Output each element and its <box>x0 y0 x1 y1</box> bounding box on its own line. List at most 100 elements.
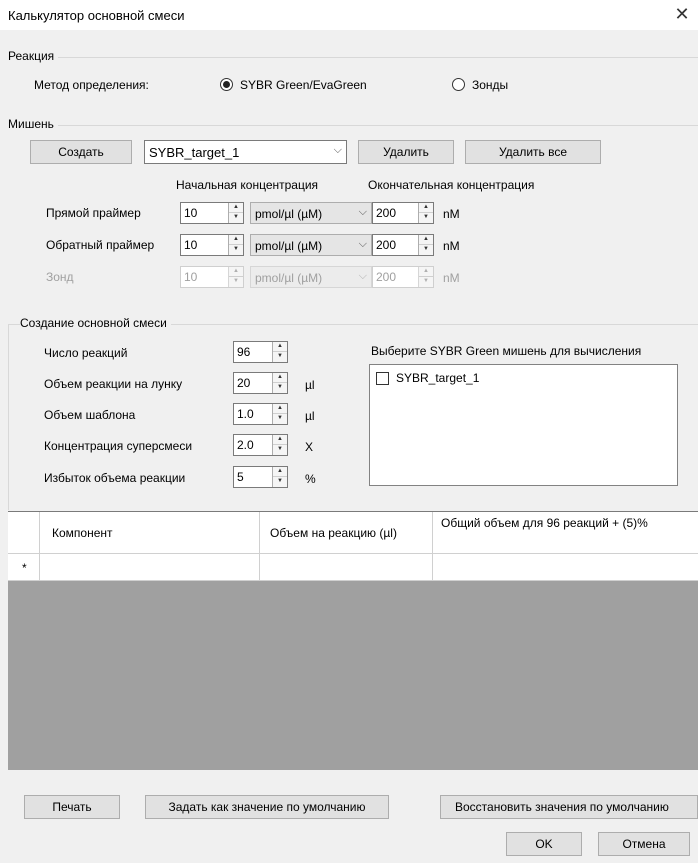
spin-buttons[interactable]: ▲ ▼ <box>228 235 243 255</box>
arrow-up-icon[interactable]: ▲ <box>273 373 287 383</box>
arrow-up-icon[interactable]: ▲ <box>229 203 243 213</box>
forward-primer-final-input[interactable]: 200 ▲ ▼ <box>372 202 434 224</box>
cancel-button[interactable]: Отмена <box>598 832 690 856</box>
table-row[interactable]: * <box>8 554 698 581</box>
mastermix-group-border-left <box>8 324 9 510</box>
chevron-down-icon: ⌵ <box>333 144 342 156</box>
spin-buttons[interactable]: ▲ ▼ <box>272 435 287 455</box>
restore-defaults-button[interactable]: Восстановить значения по умолчанию <box>440 795 698 819</box>
mastermix-legend: Создание основной смеси <box>20 316 171 330</box>
targets-checklist[interactable]: SYBR_target_1 <box>369 364 678 486</box>
grid-corner-cell <box>8 512 40 554</box>
table-cell[interactable] <box>40 554 260 581</box>
arrow-down-icon[interactable]: ▼ <box>229 245 243 255</box>
reactions-count-label: Число реакций <box>44 346 128 360</box>
targets-list-label: Выберите SYBR Green мишень для вычислени… <box>371 344 642 358</box>
create-target-button[interactable]: Создать <box>30 140 132 164</box>
excess-volume-unit: % <box>305 472 316 486</box>
arrow-up-icon[interactable]: ▲ <box>419 235 433 245</box>
reaction-volume-unit: µl <box>305 378 315 392</box>
arrow-up-icon: ▲ <box>229 267 243 277</box>
components-grid[interactable]: Компонент Объем на реакцию (µl) Общий об… <box>8 511 698 770</box>
target-checkbox-label[interactable]: SYBR_target_1 <box>396 371 479 385</box>
target-select[interactable]: SYBR_target_1 ⌵ <box>144 140 347 164</box>
sybr-radio-label[interactable]: SYBR Green/EvaGreen <box>240 78 367 92</box>
print-button[interactable]: Печать <box>24 795 120 819</box>
probes-radio-label[interactable]: Зонды <box>472 78 508 92</box>
spin-buttons[interactable]: ▲ ▼ <box>418 235 433 255</box>
reaction-volume-input[interactable]: 20 ▲ ▼ <box>233 372 288 394</box>
supermix-conc-unit: X <box>305 440 314 454</box>
chevron-down-icon: ⌵ <box>358 206 367 218</box>
spin-buttons[interactable]: ▲ ▼ <box>228 203 243 223</box>
chevron-down-icon: ⌵ <box>358 238 367 250</box>
probes-radio[interactable] <box>452 78 465 91</box>
column-header-total-volume[interactable]: Общий объем для 96 реакций + (5)% <box>433 512 698 554</box>
spin-buttons: ▲ ▼ <box>228 267 243 287</box>
arrow-down-icon[interactable]: ▼ <box>419 213 433 223</box>
template-volume-input[interactable]: 1.0 ▲ ▼ <box>233 403 288 425</box>
reactions-count-input[interactable]: 96 ▲ ▼ <box>233 341 288 363</box>
final-conc-header: Окончательная концентрация <box>368 178 535 192</box>
target-select-value: SYBR_target_1 <box>149 145 240 160</box>
arrow-down-icon[interactable]: ▼ <box>273 477 287 487</box>
supermix-conc-input[interactable]: 2.0 ▲ ▼ <box>233 434 288 456</box>
reaction-volume-label: Объем реакции на лунку <box>44 377 183 391</box>
arrow-down-icon[interactable]: ▼ <box>273 383 287 393</box>
arrow-down-icon[interactable]: ▼ <box>273 414 287 424</box>
arrow-up-icon[interactable]: ▲ <box>419 203 433 213</box>
arrow-down-icon[interactable]: ▼ <box>419 245 433 255</box>
table-cell[interactable] <box>260 554 433 581</box>
spin-buttons[interactable]: ▲ ▼ <box>272 467 287 487</box>
sybr-radio[interactable] <box>220 78 233 91</box>
arrow-up-icon[interactable]: ▲ <box>229 235 243 245</box>
reverse-primer-unit-select[interactable]: pmol/µl (µM) ⌵ <box>250 234 372 256</box>
column-header-component[interactable]: Компонент <box>40 512 260 554</box>
table-cell[interactable] <box>433 554 698 581</box>
arrow-up-icon: ▲ <box>419 267 433 277</box>
probe-final-input: 200 ▲ ▼ <box>372 266 434 288</box>
reverse-primer-label: Обратный праймер <box>46 238 155 252</box>
spin-buttons[interactable]: ▲ ▼ <box>418 203 433 223</box>
reaction-legend: Реакция <box>8 49 59 63</box>
arrow-up-icon[interactable]: ▲ <box>273 467 287 477</box>
excess-volume-input[interactable]: 5 ▲ ▼ <box>233 466 288 488</box>
forward-primer-initial-input[interactable]: 10 ▲ ▼ <box>180 202 244 224</box>
reverse-primer-final-unit: nM <box>443 239 460 253</box>
delete-all-targets-button[interactable]: Удалить все <box>465 140 601 164</box>
new-row-marker: * <box>8 554 40 581</box>
reaction-group-border <box>8 57 698 58</box>
arrow-down-icon[interactable]: ▼ <box>273 445 287 455</box>
spin-buttons[interactable]: ▲ ▼ <box>272 373 287 393</box>
arrow-up-icon[interactable]: ▲ <box>273 342 287 352</box>
ok-button[interactable]: OK <box>506 832 582 856</box>
spin-buttons[interactable]: ▲ ▼ <box>272 342 287 362</box>
initial-conc-header: Начальная концентрация <box>176 178 319 192</box>
forward-primer-unit-select[interactable]: pmol/µl (µM) ⌵ <box>250 202 372 224</box>
method-label: Метод определения: <box>34 78 149 92</box>
target-group-border <box>8 125 698 126</box>
target-checkbox[interactable] <box>376 372 389 385</box>
arrow-down-icon: ▼ <box>233 278 239 284</box>
grid-header: Компонент Объем на реакцию (µl) Общий об… <box>8 512 698 554</box>
set-default-button[interactable]: Задать как значение по умолчанию <box>145 795 389 819</box>
delete-target-button[interactable]: Удалить <box>358 140 454 164</box>
reverse-primer-final-input[interactable]: 200 ▲ ▼ <box>372 234 434 256</box>
spin-buttons[interactable]: ▲ ▼ <box>272 404 287 424</box>
arrow-up-icon[interactable]: ▲ <box>273 404 287 414</box>
template-volume-unit: µl <box>305 409 315 423</box>
column-header-volume-per-reaction[interactable]: Объем на реакцию (µl) <box>260 512 433 554</box>
excess-volume-label: Избыток объема реакции <box>44 471 186 485</box>
probe-initial-input: 10 ▲ ▼ <box>180 266 244 288</box>
probe-label: Зонд <box>46 270 74 284</box>
close-icon[interactable]: ✕ <box>670 2 694 26</box>
chevron-down-icon: ⌵ <box>358 270 367 282</box>
target-legend: Мишень <box>8 117 58 131</box>
arrow-up-icon[interactable]: ▲ <box>273 435 287 445</box>
reverse-primer-initial-input[interactable]: 10 ▲ ▼ <box>180 234 244 256</box>
template-volume-label: Объем шаблона <box>44 408 136 422</box>
probe-unit-select: pmol/µl (µM) ⌵ <box>250 266 372 288</box>
arrow-down-icon[interactable]: ▼ <box>273 352 287 362</box>
spin-buttons: ▲ ▼ <box>418 267 433 287</box>
arrow-down-icon[interactable]: ▼ <box>229 213 243 223</box>
